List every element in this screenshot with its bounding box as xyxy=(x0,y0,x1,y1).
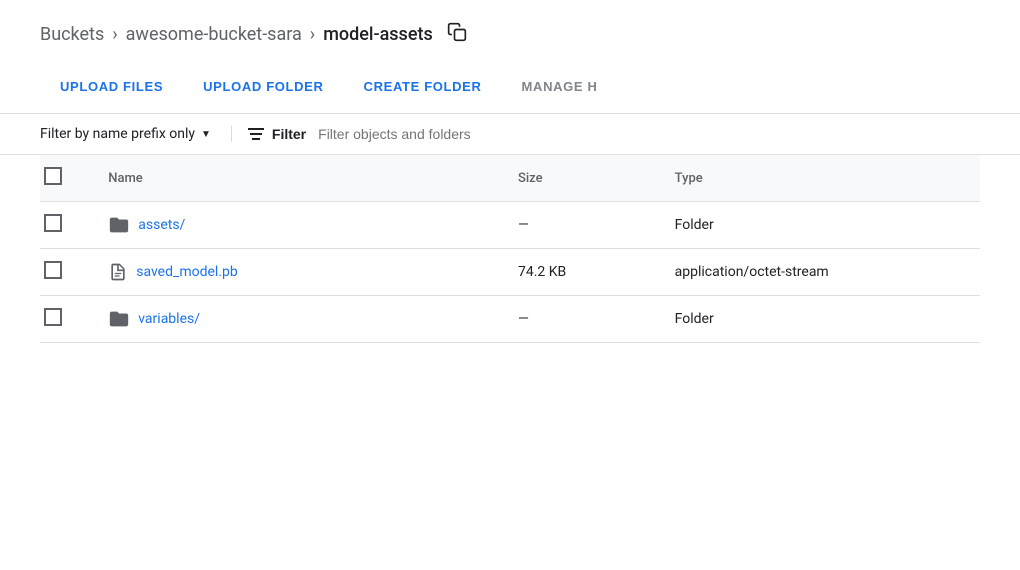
filter-row: Filter by name prefix only ▼ Filter xyxy=(0,114,1020,155)
objects-table: Name Size Type assets/ — Folder xyxy=(40,155,980,343)
filter-dropdown[interactable]: Filter by name prefix only ▼ xyxy=(40,126,232,142)
row-type-cell: Folder xyxy=(667,296,980,343)
row-checkbox-cell xyxy=(40,296,100,343)
row-checkbox-cell xyxy=(40,202,100,249)
filter-dropdown-label: Filter by name prefix only xyxy=(40,126,195,142)
upload-folder-button[interactable]: UPLOAD FOLDER xyxy=(183,63,343,113)
row-type-cell: Folder xyxy=(667,202,980,249)
breadcrumb-bar: Buckets › awesome-bucket-sara › model-as… xyxy=(0,0,1020,63)
upload-files-button[interactable]: UPLOAD FILES xyxy=(40,63,183,113)
copy-path-icon[interactable] xyxy=(447,22,467,47)
filter-button[interactable]: Filter xyxy=(248,126,306,142)
header-name: Name xyxy=(100,155,510,202)
row-checkbox[interactable] xyxy=(44,261,62,279)
breadcrumb-current: model-assets xyxy=(323,24,433,45)
row-checkbox[interactable] xyxy=(44,214,62,232)
row-name-cell: assets/ xyxy=(100,202,510,249)
table-row: saved_model.pb 74.2 KB application/octet… xyxy=(40,249,980,296)
breadcrumb-sep-1: › xyxy=(112,24,117,45)
table-header-row: Name Size Type xyxy=(40,155,980,202)
row-name-link[interactable]: saved_model.pb xyxy=(136,264,237,280)
manage-h-button[interactable]: MANAGE H xyxy=(502,63,618,113)
table-wrap: Name Size Type assets/ — Folder xyxy=(0,155,1020,343)
row-checkbox-cell xyxy=(40,249,100,296)
filter-label: Filter xyxy=(272,126,306,142)
row-name-cell: variables/ xyxy=(100,296,510,343)
row-type-cell: application/octet-stream xyxy=(667,249,980,296)
header-type: Type xyxy=(667,155,980,202)
table-row: variables/ — Folder xyxy=(40,296,980,343)
header-checkbox-cell xyxy=(40,155,100,202)
file-icon xyxy=(108,262,128,282)
row-size-cell: 74.2 KB xyxy=(510,249,667,296)
row-name-link[interactable]: assets/ xyxy=(138,217,185,233)
row-name-link[interactable]: variables/ xyxy=(138,311,200,327)
chevron-down-icon: ▼ xyxy=(201,129,211,140)
row-size-cell: — xyxy=(510,296,667,343)
folder-icon xyxy=(108,308,130,330)
row-name-cell: saved_model.pb xyxy=(100,249,510,296)
row-checkbox[interactable] xyxy=(44,308,62,326)
table-row: assets/ — Folder xyxy=(40,202,980,249)
select-all-checkbox[interactable] xyxy=(44,167,62,185)
filter-input[interactable] xyxy=(318,126,980,142)
header-size: Size xyxy=(510,155,667,202)
breadcrumb-bucket[interactable]: awesome-bucket-sara xyxy=(126,24,302,45)
breadcrumb-buckets[interactable]: Buckets xyxy=(40,24,104,45)
row-size-cell: — xyxy=(510,202,667,249)
filter-lines-icon xyxy=(248,128,264,140)
folder-icon xyxy=(108,214,130,236)
action-toolbar: UPLOAD FILES UPLOAD FOLDER CREATE FOLDER… xyxy=(0,63,1020,114)
create-folder-button[interactable]: CREATE FOLDER xyxy=(344,63,502,113)
breadcrumb-sep-2: › xyxy=(310,24,315,45)
